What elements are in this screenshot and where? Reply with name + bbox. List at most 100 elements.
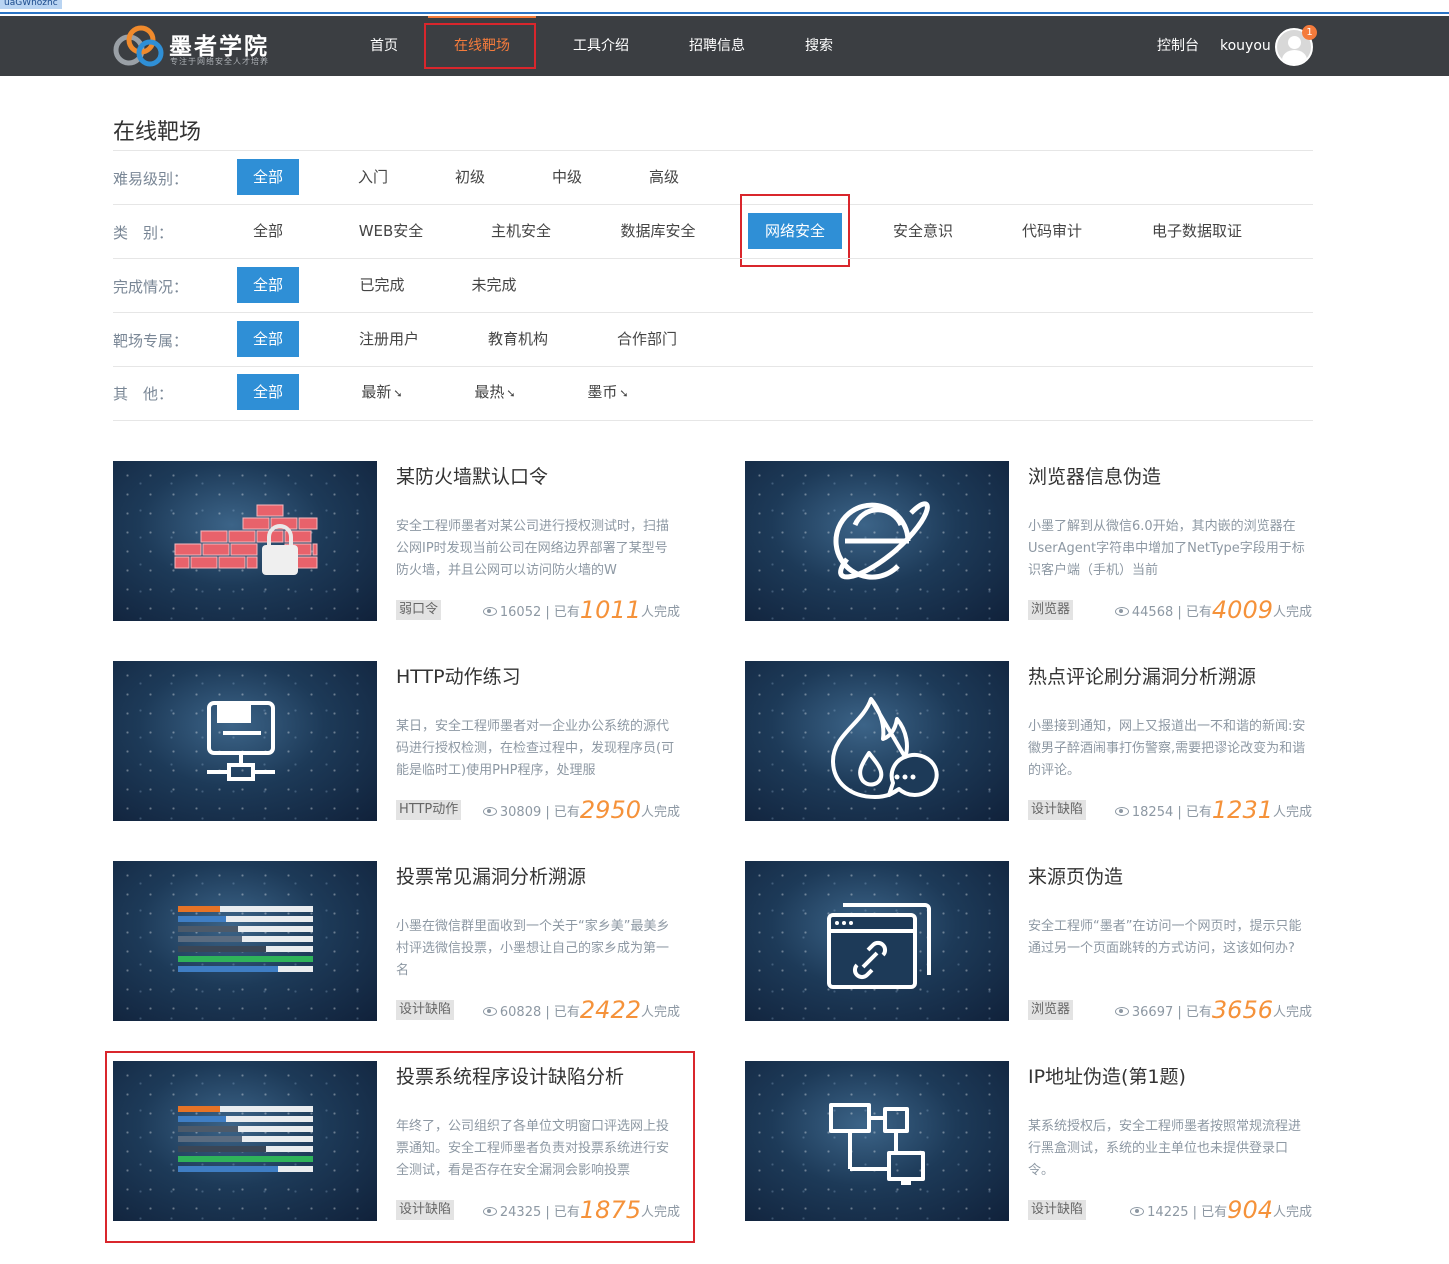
annotation-box-nav bbox=[424, 23, 536, 69]
card-stats: 18254 | 已有1231人完成 bbox=[1090, 796, 1312, 824]
completed-count: 1011 bbox=[579, 596, 641, 624]
divider bbox=[113, 150, 1313, 151]
card-title[interactable]: 某防火墙默认口令 bbox=[396, 462, 548, 489]
category-option-web[interactable]: WEB安全 bbox=[350, 213, 432, 249]
filter-label-owner: 靶场专属： bbox=[113, 332, 189, 350]
card-stats: 14225 | 已有904人完成 bbox=[1100, 1196, 1312, 1224]
stats-done-label: 人完成 bbox=[1272, 1205, 1312, 1220]
sort-option-label: 最热 bbox=[474, 383, 505, 401]
card-tag: 浏览器 bbox=[1028, 1000, 1074, 1020]
nav-search[interactable]: 搜索 bbox=[792, 16, 846, 76]
owner-option-registered[interactable]: 注册用户 bbox=[350, 321, 428, 357]
divider bbox=[113, 258, 1313, 259]
difficulty-option-intermediate[interactable]: 中级 bbox=[539, 159, 595, 195]
card-image-ip[interactable] bbox=[745, 1061, 1009, 1221]
stats-have-label: | 已有 bbox=[1192, 1205, 1228, 1220]
owner-option-all[interactable]: 全部 bbox=[237, 321, 299, 357]
stats-have-label: | 已有 bbox=[1177, 605, 1212, 620]
card-image-referer[interactable] bbox=[745, 861, 1009, 1021]
nav-home[interactable]: 首页 bbox=[356, 16, 412, 76]
filter-label-category: 类 别： bbox=[113, 224, 174, 242]
card-image-firewall[interactable] bbox=[113, 461, 377, 621]
annotation-box-category bbox=[740, 194, 850, 267]
divider bbox=[113, 204, 1313, 205]
filter-label-other: 其 他： bbox=[113, 385, 174, 403]
sort-option-hottest[interactable]: 最热 ➘ bbox=[465, 374, 525, 410]
category-option-host[interactable]: 主机安全 bbox=[480, 213, 562, 249]
eye-icon bbox=[1114, 807, 1129, 816]
card-tag: 设计缺陷 bbox=[396, 1000, 455, 1020]
completion-option-undone[interactable]: 未完成 bbox=[462, 267, 526, 303]
ip-network-icon bbox=[829, 1103, 925, 1185]
stats-have-label: | 已有 bbox=[545, 605, 580, 620]
sort-arrow-icon: ➘ bbox=[393, 387, 403, 400]
sort-option-coins[interactable]: 墨币 ➘ bbox=[578, 374, 638, 410]
site-logo[interactable]: 墨者学院 专注于网络安全人才培养 bbox=[113, 22, 293, 70]
completed-count: 3656 bbox=[1211, 996, 1273, 1024]
completed-count: 2422 bbox=[579, 996, 641, 1024]
avatar-body-icon bbox=[1282, 50, 1307, 64]
category-option-database[interactable]: 数据库安全 bbox=[610, 213, 706, 249]
card-title[interactable]: IP地址伪造(第1题) bbox=[1028, 1062, 1186, 1089]
owner-option-education[interactable]: 教育机构 bbox=[479, 321, 557, 357]
card-image-vote[interactable] bbox=[113, 861, 377, 1021]
other-option-all[interactable]: 全部 bbox=[237, 374, 299, 410]
page-title: 在线靶场 bbox=[113, 120, 202, 145]
category-option-all[interactable]: 全部 bbox=[237, 213, 299, 249]
difficulty-option-entry[interactable]: 入门 bbox=[345, 159, 401, 195]
stats-done-label: 人完成 bbox=[1272, 805, 1312, 820]
card-tag: 设计缺陷 bbox=[1028, 1200, 1087, 1220]
card-image-http[interactable] bbox=[113, 661, 377, 821]
card-image-browser[interactable] bbox=[745, 461, 1009, 621]
sort-arrow-icon: ➘ bbox=[506, 387, 516, 400]
vote-bars-icon bbox=[178, 906, 313, 972]
eye-icon bbox=[482, 607, 497, 616]
sort-option-label: 最新 bbox=[361, 383, 392, 401]
divider bbox=[113, 312, 1313, 313]
divider bbox=[113, 420, 1313, 421]
filter-label-difficulty: 难易级别： bbox=[113, 170, 189, 188]
notification-badge[interactable]: 1 bbox=[1302, 25, 1317, 40]
firewall-lock-icon bbox=[174, 504, 318, 575]
card-stats: 44568 | 已有4009人完成 bbox=[1090, 596, 1312, 624]
sort-option-newest[interactable]: 最新 ➘ bbox=[352, 374, 412, 410]
eye-icon bbox=[482, 807, 497, 816]
card-title[interactable]: 来源页伪造 bbox=[1028, 862, 1123, 889]
stats-done-label: 人完成 bbox=[1272, 605, 1312, 620]
card-desc: 小墨在微信群里面收到一个关于“家乡美”最美乡村评选微信投票，小墨想让自己的家乡成… bbox=[396, 919, 670, 978]
owner-option-partner[interactable]: 合作部门 bbox=[608, 321, 686, 357]
avatar-head-icon bbox=[1288, 36, 1301, 49]
nav-tools[interactable]: 工具介绍 bbox=[560, 16, 642, 76]
completed-count: 2950 bbox=[579, 796, 641, 824]
card-stats: 30809 | 已有2950人完成 bbox=[470, 796, 680, 824]
logo-cloud-icon bbox=[113, 25, 164, 67]
difficulty-option-advanced[interactable]: 高级 bbox=[636, 159, 692, 195]
card-title[interactable]: HTTP动作练习 bbox=[396, 662, 521, 689]
category-option-forensics[interactable]: 电子数据取证 bbox=[1140, 213, 1254, 249]
card-desc: 某日，安全工程师墨者对一企业办公系统的源代码进行授权检测，在检查过程中，发现程序… bbox=[396, 719, 675, 778]
difficulty-option-beginner[interactable]: 初级 bbox=[442, 159, 498, 195]
nav-jobs[interactable]: 招聘信息 bbox=[676, 16, 758, 76]
nav-username[interactable]: kouyou bbox=[1220, 16, 1271, 76]
annotation-box-card bbox=[105, 1051, 695, 1243]
browser-top-bar: uaGWnozhc bbox=[0, 0, 1449, 14]
card-title[interactable]: 浏览器信息伪造 bbox=[1028, 462, 1161, 489]
difficulty-option-all[interactable]: 全部 bbox=[237, 159, 299, 195]
card-title[interactable]: 投票常见漏洞分析溯源 bbox=[396, 862, 586, 889]
completion-option-all[interactable]: 全部 bbox=[237, 267, 299, 303]
eye-icon bbox=[1130, 1207, 1145, 1216]
card-title[interactable]: 热点评论刷分漏洞分析溯源 bbox=[1028, 662, 1256, 689]
view-count: 14225 bbox=[1147, 1205, 1189, 1220]
nav-console[interactable]: 控制台 bbox=[1157, 16, 1199, 76]
card-desc: 安全工程师墨者对某公司进行授权测试时，扫描公网IP时发现当前公司在网络边界部署了… bbox=[396, 519, 670, 578]
stats-have-label: | 已有 bbox=[545, 805, 580, 820]
card-image-hot-comment[interactable] bbox=[745, 661, 1009, 821]
completed-count: 4009 bbox=[1211, 596, 1273, 624]
selected-text-fragment: uaGWnozhc bbox=[0, 0, 62, 9]
eye-icon bbox=[1114, 1007, 1129, 1016]
network-computer-icon bbox=[207, 701, 275, 781]
completion-option-done[interactable]: 已完成 bbox=[350, 267, 414, 303]
card-desc: 小墨接到通知，网上又报道出一不和谐的新闻:安徽男子醉酒闹事打伤警察,需要把谬论改… bbox=[1028, 719, 1306, 778]
category-option-awareness[interactable]: 安全意识 bbox=[882, 213, 964, 249]
category-option-code-audit[interactable]: 代码审计 bbox=[1011, 213, 1093, 249]
